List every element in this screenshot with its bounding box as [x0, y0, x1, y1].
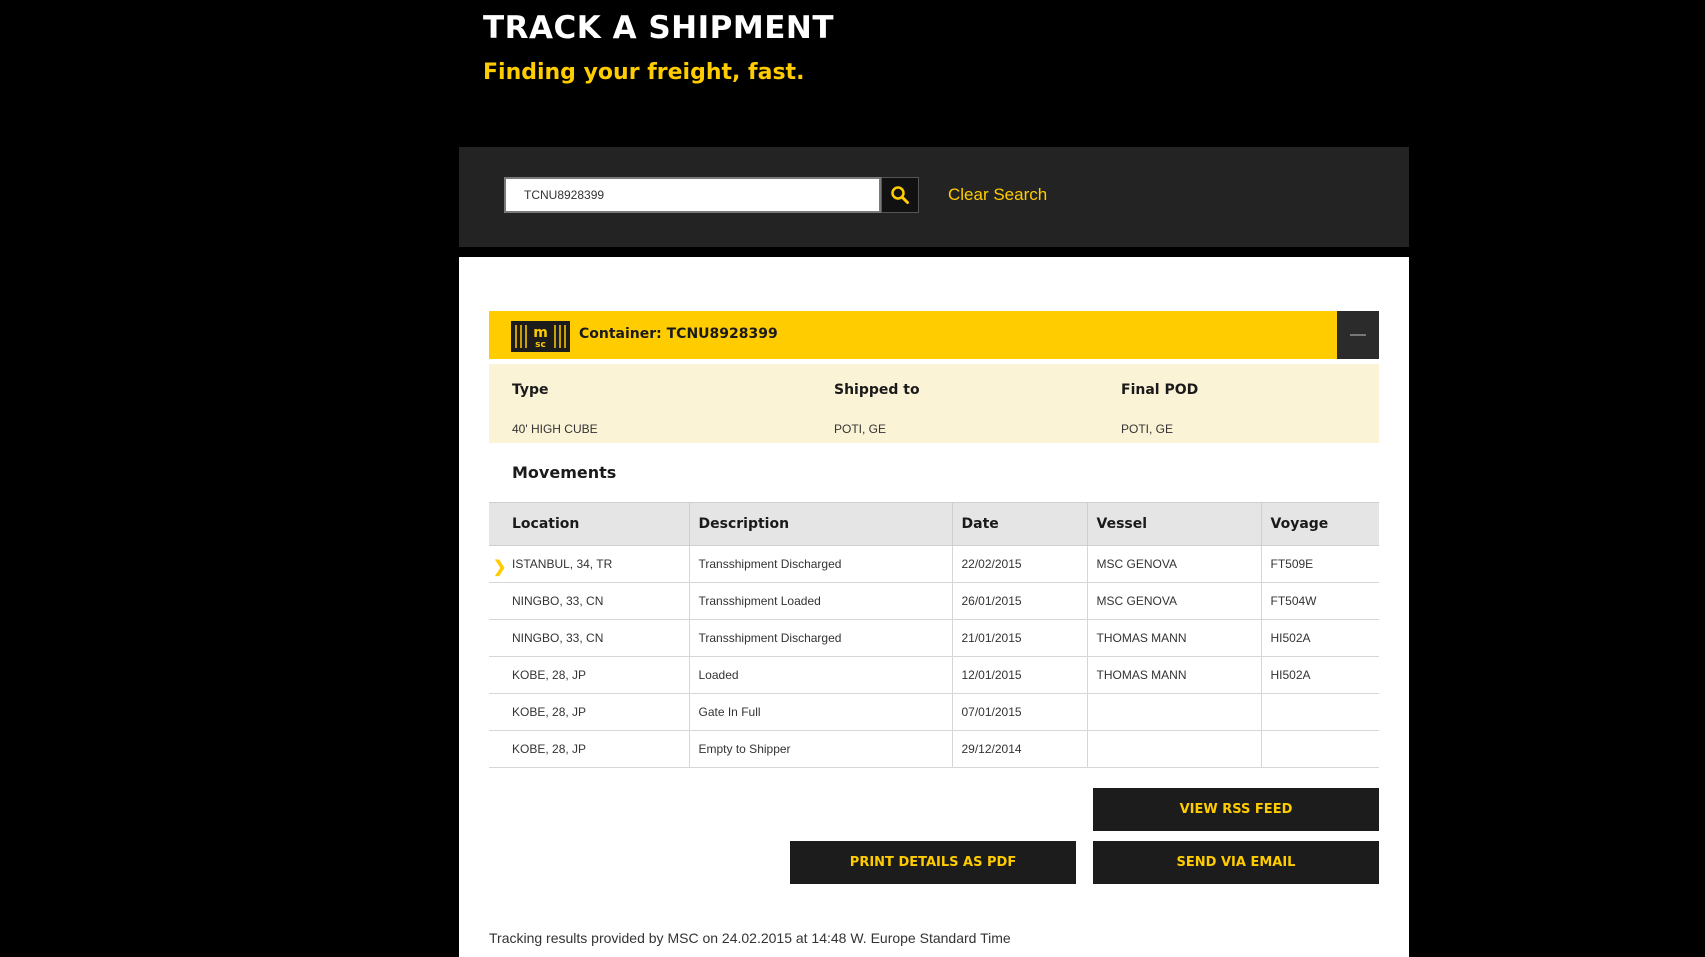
minus-icon [1350, 334, 1366, 336]
results-panel: m sc Container: TCNU8928399 Type 40' HIG… [459, 257, 1409, 957]
table-row: ❯ ISTANBUL, 34, TR Transshipment Dischar… [489, 545, 1379, 583]
column-header-voyage: Voyage [1260, 502, 1379, 546]
container-title: Container: TCNU8928399 [579, 326, 778, 342]
table-row: NINGBO, 33, CN Transshipment Discharged … [489, 619, 1379, 657]
description-cell: Loaded [688, 656, 952, 694]
search-bar: Clear Search [459, 147, 1409, 247]
chevron-right-icon: ❯ [493, 559, 507, 576]
vessel-cell [1086, 730, 1261, 768]
date-cell: 22/02/2015 [951, 545, 1087, 583]
location-text: ISTANBUL, 34, TR [512, 557, 613, 571]
search-button[interactable] [881, 177, 919, 213]
description-cell: Empty to Shipper [688, 730, 952, 768]
movements-title: Movements [512, 463, 617, 482]
date-cell: 21/01/2015 [951, 619, 1087, 657]
vessel-cell: MSC GENOVA [1086, 582, 1261, 620]
container-info: Type 40' HIGH CUBE Shipped to POTI, GE F… [489, 364, 1379, 443]
voyage-cell [1260, 730, 1379, 768]
final-pod-value: POTI, GE [1121, 422, 1174, 436]
voyage-cell: FT509E [1260, 545, 1379, 583]
view-rss-feed-button[interactable]: VIEW RSS FEED [1093, 788, 1379, 831]
type-label: Type [512, 382, 549, 398]
type-value: 40' HIGH CUBE [512, 422, 598, 436]
column-header-vessel: Vessel [1086, 502, 1261, 546]
search-icon [891, 186, 909, 204]
clear-search-link[interactable]: Clear Search [948, 185, 1047, 205]
shipped-to-value: POTI, GE [834, 422, 887, 436]
final-pod-label: Final POD [1121, 382, 1199, 398]
search-input[interactable] [504, 177, 881, 213]
vessel-cell: THOMAS MANN [1086, 656, 1261, 694]
table-row: KOBE, 28, JP Loaded 12/01/2015 THOMAS MA… [489, 656, 1379, 694]
table-header-row: Location Description Date Vessel Voyage [489, 502, 1379, 546]
date-cell: 07/01/2015 [951, 693, 1087, 731]
description-cell: Gate In Full [688, 693, 952, 731]
msc-logo-bottom: sc [535, 340, 546, 350]
vessel-cell: MSC GENOVA [1086, 545, 1261, 583]
date-cell: 29/12/2014 [951, 730, 1087, 768]
description-cell: Transshipment Discharged [688, 545, 952, 583]
voyage-cell [1260, 693, 1379, 731]
date-cell: 26/01/2015 [951, 582, 1087, 620]
location-cell: KOBE, 28, JP [489, 656, 689, 694]
column-header-location: Location [489, 502, 689, 546]
tracking-note: Tracking results provided by MSC on 24.0… [489, 930, 1011, 946]
location-cell: KOBE, 28, JP [489, 730, 689, 768]
send-email-button[interactable]: SEND VIA EMAIL [1093, 841, 1379, 884]
msc-logo-top: m [533, 325, 548, 341]
voyage-cell: HI502A [1260, 619, 1379, 657]
shipped-to-label: Shipped to [834, 382, 920, 398]
print-pdf-button[interactable]: PRINT DETAILS AS PDF [790, 841, 1076, 884]
date-cell: 12/01/2015 [951, 656, 1087, 694]
table-row: NINGBO, 33, CN Transshipment Loaded 26/0… [489, 582, 1379, 620]
vessel-cell: THOMAS MANN [1086, 619, 1261, 657]
description-cell: Transshipment Loaded [688, 582, 952, 620]
page-subtitle: Finding your freight, fast. [483, 60, 805, 85]
container-header[interactable]: m sc Container: TCNU8928399 [489, 311, 1379, 359]
movements-table: Location Description Date Vessel Voyage … [489, 502, 1379, 768]
column-header-description: Description [688, 502, 952, 546]
page-title: TRACK A SHIPMENT [483, 10, 834, 46]
collapse-button[interactable] [1337, 311, 1379, 359]
description-cell: Transshipment Discharged [688, 619, 952, 657]
msc-logo: m sc [511, 321, 570, 352]
location-cell: NINGBO, 33, CN [489, 619, 689, 657]
location-cell: KOBE, 28, JP [489, 693, 689, 731]
voyage-cell: FT504W [1260, 582, 1379, 620]
location-cell: NINGBO, 33, CN [489, 582, 689, 620]
table-row: KOBE, 28, JP Gate In Full 07/01/2015 [489, 693, 1379, 731]
table-row: KOBE, 28, JP Empty to Shipper 29/12/2014 [489, 730, 1379, 768]
column-header-date: Date [951, 502, 1087, 546]
vessel-cell [1086, 693, 1261, 731]
location-cell: ❯ ISTANBUL, 34, TR [489, 545, 689, 583]
voyage-cell: HI502A [1260, 656, 1379, 694]
